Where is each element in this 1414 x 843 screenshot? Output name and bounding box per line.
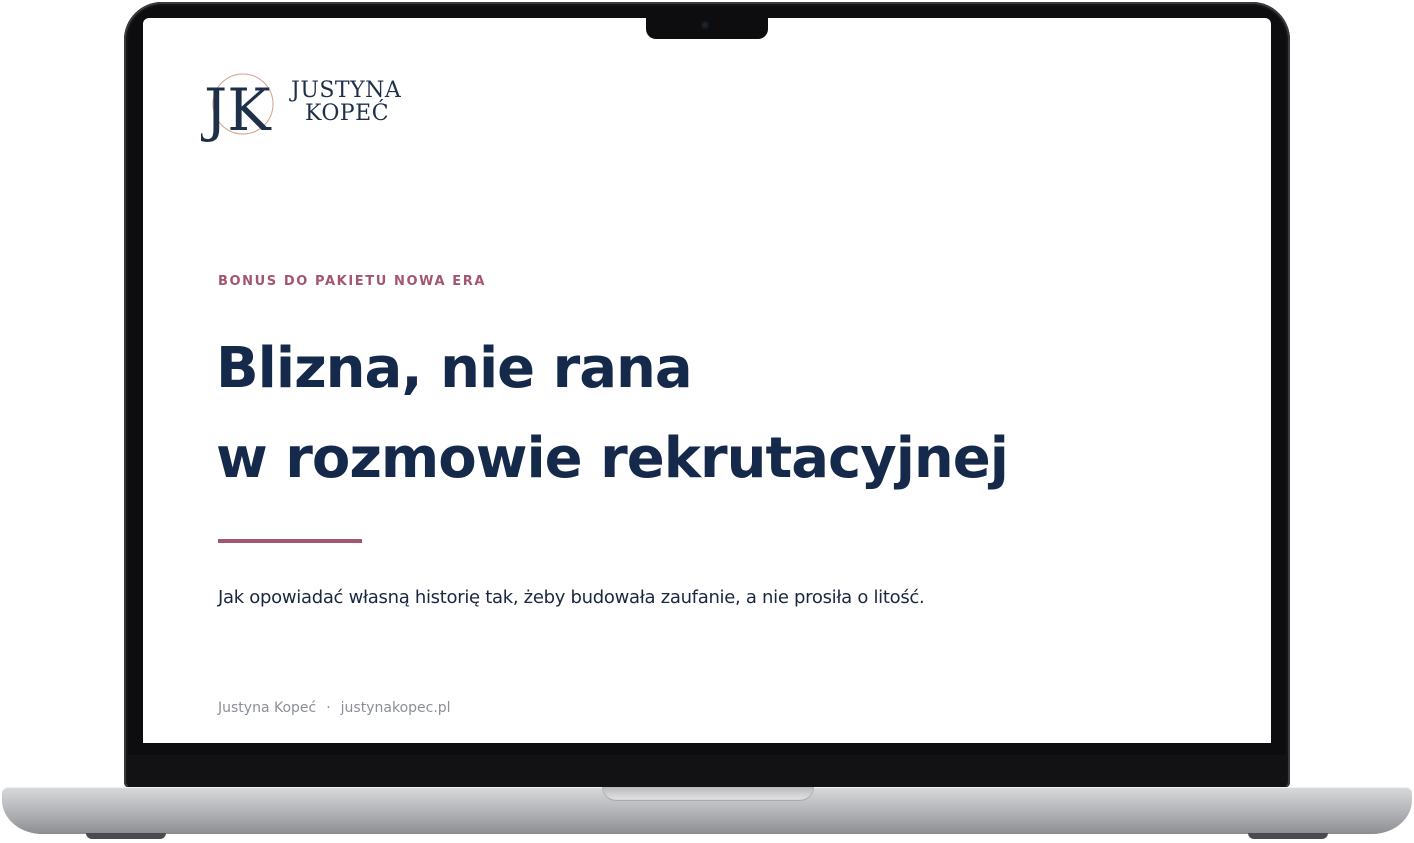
footer-author: Justyna Kopeć <box>218 700 317 716</box>
footer-separator: · <box>326 700 331 716</box>
slide-title-line2: w rozmowie rekrutacyjnej <box>216 426 1009 491</box>
camera-icon <box>701 21 709 29</box>
thumb-cutout <box>602 787 814 801</box>
monogram-text: JK <box>201 76 272 142</box>
slide-title-line1: Blizna, nie rana <box>216 336 693 401</box>
slide-footer: Justyna Kopeć · justynakopec.pl <box>218 700 451 716</box>
brand-name-line2: KOPEĆ <box>305 101 390 126</box>
laptop-mockup: JK JUSTYNA KOPEĆ BONUS DO PAKIETU NOWA E… <box>0 0 1414 843</box>
footer-website: justynakopec.pl <box>340 700 451 716</box>
laptop-chin <box>128 755 1286 787</box>
eyebrow-label: BONUS DO PAKIETU NOWA ERA <box>218 274 487 289</box>
camera-notch <box>646 14 768 39</box>
accent-divider <box>218 539 362 543</box>
brand-name-line1: JUSTYNA <box>291 78 402 103</box>
laptop-base <box>2 787 1412 834</box>
laptop-foot-left <box>86 833 166 839</box>
slide-subtitle: Jak opowiadać własną historię tak, żeby … <box>218 587 925 608</box>
brand-name: JUSTYNA KOPEĆ <box>291 79 421 125</box>
laptop-foot-right <box>1248 833 1328 839</box>
brand-logo: JK JUSTYNA KOPEĆ <box>201 70 411 142</box>
jk-monogram-logo-icon: JK <box>201 73 274 142</box>
laptop-screen: JK JUSTYNA KOPEĆ BONUS DO PAKIETU NOWA E… <box>143 18 1271 743</box>
slide-title: Blizna, nie rana w rozmowie rekrutacyjne… <box>216 324 1216 504</box>
